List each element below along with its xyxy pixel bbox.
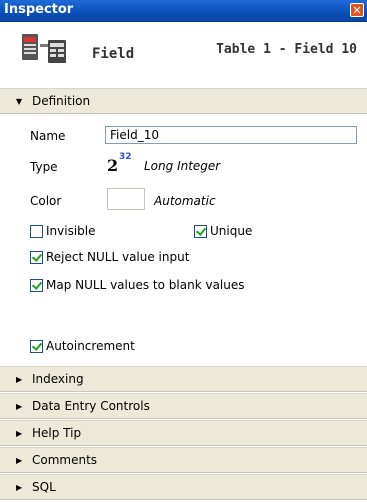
- close-button[interactable]: ✕: [350, 3, 364, 17]
- unique-checkbox-label: Unique: [210, 224, 253, 238]
- object-reference: Table 1 - Field 10: [216, 42, 357, 57]
- name-input[interactable]: Field_10: [105, 126, 357, 144]
- section-sql[interactable]: ▶ SQL: [0, 474, 367, 500]
- window-title: Inspector: [4, 2, 74, 17]
- unique-checkbox[interactable]: Unique: [194, 224, 252, 238]
- section-definition-label: Definition: [32, 94, 91, 108]
- invisible-checkbox-label: Invisible: [46, 224, 96, 238]
- section-comments-label: Comments: [32, 453, 98, 467]
- color-swatch[interactable]: [107, 188, 145, 210]
- section-help-tip-label: Help Tip: [32, 426, 82, 440]
- map-null-checkbox[interactable]: Map NULL values to blank values: [30, 278, 245, 292]
- object-kind: Field: [92, 46, 135, 62]
- invisible-checkbox[interactable]: Invisible: [30, 224, 96, 238]
- triangle-right-icon: ▶: [16, 429, 23, 438]
- section-help-tip[interactable]: ▶ Help Tip: [0, 420, 367, 446]
- autoincrement-checkbox-box[interactable]: [30, 339, 43, 353]
- color-label: Color: [30, 194, 62, 208]
- section-definition[interactable]: ▼ Definition: [0, 88, 367, 114]
- invisible-checkbox-box[interactable]: [30, 224, 43, 238]
- unique-checkbox-box[interactable]: [194, 224, 207, 238]
- section-indexing[interactable]: ▶ Indexing: [0, 366, 367, 392]
- triangle-down-icon: ▼: [16, 97, 23, 106]
- autoincrement-checkbox-label: Autoincrement: [46, 339, 135, 353]
- section-data-entry-controls-label: Data Entry Controls: [32, 399, 150, 413]
- map-null-checkbox-label: Map NULL values to blank values: [46, 278, 245, 292]
- map-null-checkbox-box[interactable]: [30, 278, 43, 292]
- color-value: Automatic: [154, 194, 216, 208]
- type-value: Long Integer: [144, 159, 221, 173]
- section-comments[interactable]: ▶ Comments: [0, 447, 367, 473]
- triangle-right-icon: ▶: [16, 456, 23, 465]
- triangle-right-icon: ▶: [16, 375, 23, 384]
- triangle-right-icon: ▶: [16, 483, 23, 492]
- reject-null-checkbox-box[interactable]: [30, 250, 43, 264]
- section-sql-label: SQL: [32, 480, 56, 494]
- type-icon-exponent: 32: [119, 152, 132, 162]
- reject-null-checkbox-label: Reject NULL value input: [46, 250, 190, 264]
- name-label: Name: [30, 129, 66, 143]
- section-data-entry-controls[interactable]: ▶ Data Entry Controls: [0, 393, 367, 419]
- autoincrement-checkbox[interactable]: Autoincrement: [30, 339, 135, 353]
- triangle-right-icon: ▶: [16, 402, 23, 411]
- reject-null-checkbox[interactable]: Reject NULL value input: [30, 250, 189, 264]
- title-bar[interactable]: Inspector ✕: [0, 0, 367, 22]
- section-indexing-label: Indexing: [32, 372, 84, 386]
- type-label: Type: [30, 160, 58, 174]
- field-table-icon: [22, 34, 66, 63]
- long-integer-type-icon[interactable]: 2 32: [107, 152, 139, 176]
- type-icon-base: 2: [107, 156, 119, 175]
